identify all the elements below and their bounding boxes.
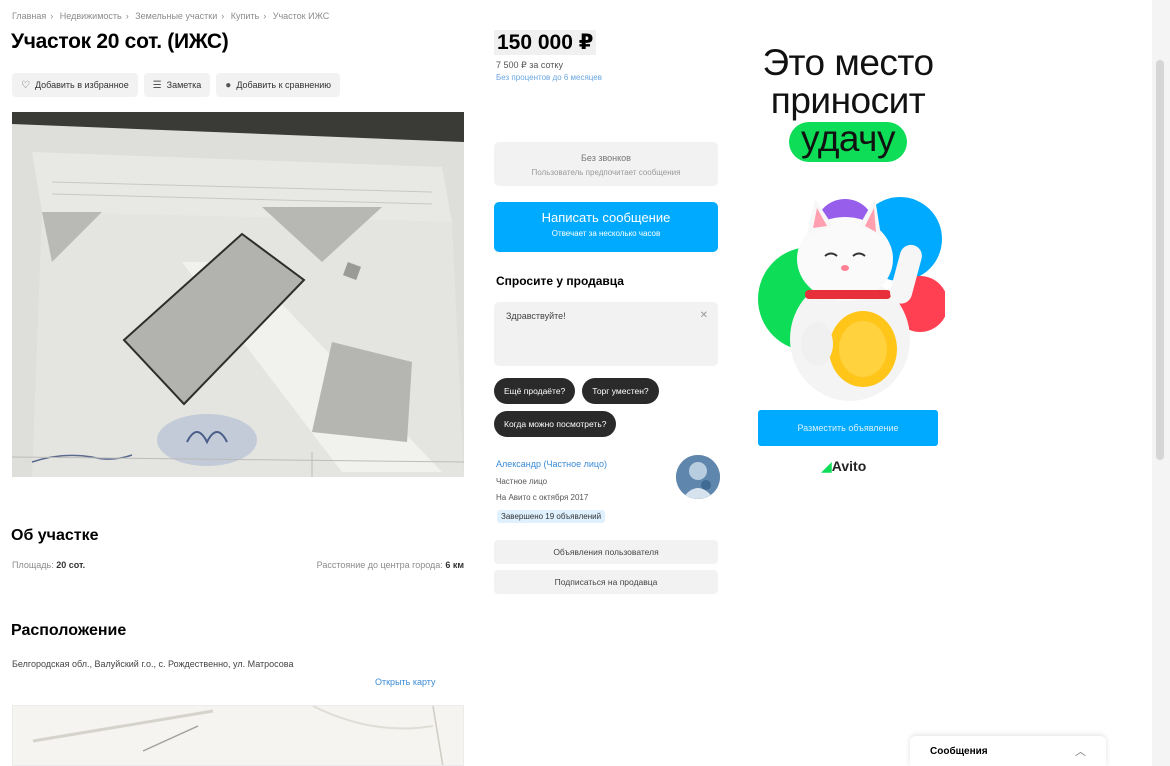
compare-label: Добавить к сравнению [236,80,332,90]
seller-type: Частное лицо [496,477,548,486]
seller-badge: Завершено 19 объявлений [497,510,606,523]
distance-label: Расстояние до центра города: [316,560,443,570]
breadcrumb: Главная › Недвижимость › Земельные участки… [12,11,330,21]
clear-icon[interactable]: ✕ [700,310,708,321]
avatar[interactable] [676,455,720,499]
no-calls-text: Без звонков [581,153,631,163]
area-value: 20 сот. [56,560,86,570]
avito-logo-text: Avito [831,458,867,474]
write-message-button[interactable]: Написать сообщение Отвечает за несколько… [494,202,718,252]
ask-seller-input[interactable]: Здравствуйте! ✕ [494,302,718,366]
compare-button[interactable]: ● Добавить к сравнению [216,73,341,97]
about-params: Площадь: 20 сот. Расстояние до центра го… [12,560,464,570]
write-message-label: Написать сообщение [541,210,671,225]
messages-bar[interactable]: Сообщения ︿ [910,736,1106,766]
quick-question-chip[interactable]: Когда можно посмотреть? [494,411,617,437]
breadcrumb-item[interactable]: Купить [231,11,259,21]
ad-banner[interactable]: Это место приносит удачу Разместить объя… [741,24,955,480]
favorite-button[interactable]: ♡ Добавить в избранное [12,73,138,97]
address-text: Белгородская обл., Валуйский г.о., с. Ро… [12,659,294,669]
distance-value: 6 км [445,560,464,570]
breadcrumb-item[interactable]: Главная [12,11,46,21]
ad-cta-button[interactable]: Разместить объявление [758,410,938,446]
quick-question-chip[interactable]: Ещё продаёте? [494,378,576,404]
price: 150 000 ₽ [494,30,597,55]
page-title: Участок 20 сот. (ИЖС) [11,30,229,53]
breadcrumb-item[interactable]: Участок ИЖС [273,11,330,21]
other-ads-button[interactable]: Объявления пользователя [494,540,718,564]
note-button[interactable]: ☰ Заметка [143,73,211,97]
price-per-unit: 7 500 ₽ за сотку [496,60,563,70]
area-label: Площадь: [12,560,54,570]
ad-headline: Это место приносит удачу [741,44,955,158]
avito-logo: ◢Avito [821,458,866,475]
ad-line-2: приносит [770,80,926,121]
breadcrumb-item[interactable]: Недвижимость [60,11,122,21]
lucky-cat-illustration [758,197,945,401]
ask-input-value: Здравствуйте! [506,311,566,321]
no-calls-notice: Без звонков Пользователь предпочитает со… [494,142,718,186]
note-icon: ☰ [152,79,162,91]
listing-actions: ♡ Добавить в избранное ☰ Заметка ● Добав… [12,73,341,97]
write-message-sublabel: Отвечает за несколько часов [551,229,661,238]
subscribe-seller-button[interactable]: Подписаться на продавца [494,570,718,594]
no-calls-subtext: Пользователь предпочитает сообщения [531,168,681,177]
avito-logo-icon: ◢ [821,458,832,474]
location-map[interactable] [12,705,464,766]
location-heading: Расположение [11,622,127,639]
messages-label: Сообщения [930,745,988,757]
about-heading: Об участке [11,527,99,544]
ad-line-3: удачу [801,118,895,159]
area-param: Площадь: 20 сот. [12,560,85,570]
quick-question-chip[interactable]: Торг уместен? [582,378,659,404]
note-label: Заметка [166,80,202,90]
favorite-label: Добавить в избранное [34,80,129,90]
listing-photo[interactable] [12,112,464,477]
distance-param: Расстояние до центра города: 6 км [317,560,464,570]
seller-since: На Авито с октября 2017 [496,493,589,502]
heart-icon: ♡ [21,79,30,91]
ask-seller-heading: Спросите у продавца [496,274,624,288]
breadcrumb-item[interactable]: Земельные участки [135,11,217,21]
open-map-link[interactable]: Открыть карту [375,677,436,687]
quick-questions: Ещё продаёте? Торг уместен? Когда можно … [494,378,724,437]
ad-line-1: Это место [762,42,934,83]
compare-icon: ● [225,79,232,91]
scrollbar-thumb[interactable] [1156,60,1164,460]
price-info-link[interactable]: Без процентов до 6 месяцев [496,73,602,82]
seller-name[interactable]: Александр (Частное лицо) [496,459,607,469]
chevron-up-icon[interactable]: ︿ [1075,743,1086,759]
